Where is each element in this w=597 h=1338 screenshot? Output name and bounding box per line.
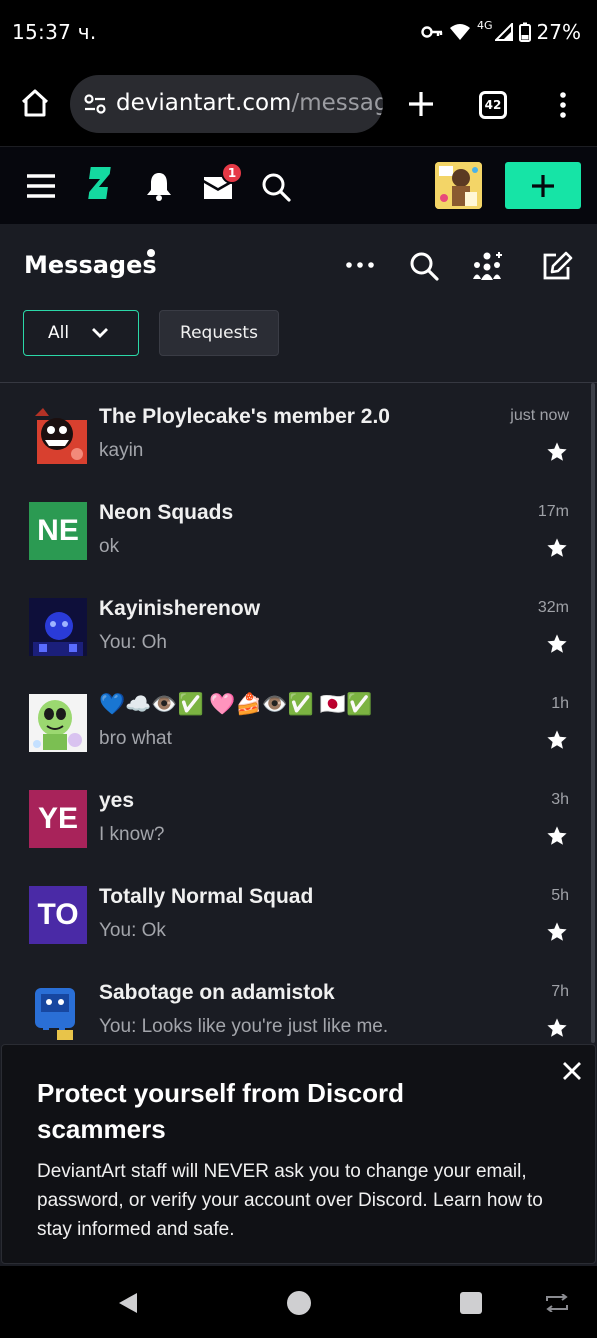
star-icon[interactable] (546, 825, 568, 847)
conversation-avatar (29, 598, 87, 656)
avatar-image (29, 694, 87, 752)
user-avatar[interactable] (435, 162, 482, 209)
search-icon[interactable] (261, 172, 291, 202)
conversation-item[interactable]: NE Neon Squads ok 17m (0, 479, 597, 575)
search-messages-icon[interactable] (409, 251, 439, 281)
status-time: 15:37 ч. (12, 20, 97, 44)
conversation-name: Sabotage on adamistok (99, 981, 335, 1004)
star-icon[interactable] (546, 921, 568, 943)
banner-body: DeviantArt staff will NEVER ask you to c… (37, 1161, 543, 1240)
compose-icon[interactable] (541, 251, 573, 281)
star-icon[interactable] (546, 633, 568, 655)
avatar-image (29, 598, 87, 656)
address-bar[interactable]: deviantart.com/message (70, 75, 383, 133)
page-title: Messages (24, 251, 157, 279)
close-icon[interactable] (561, 1060, 583, 1082)
conversation-time: 7h (551, 983, 569, 1000)
battery-percent: 27% (536, 20, 581, 44)
conversation-item[interactable]: Sabotage on adamistok You: Looks like yo… (0, 959, 597, 1055)
conversation-time: 5h (551, 887, 569, 904)
discord-scam-banner: Protect yourself from Discord scammers D… (1, 1044, 596, 1264)
conversation-name: The Ploylecake's member 2.0 (99, 405, 390, 428)
new-tab-icon[interactable] (406, 89, 436, 119)
conversation-name: 💙☁️👁️✅ 🩷🍰👁️✅ 🇯🇵✅ (99, 693, 373, 716)
tab-switcher-button[interactable]: 42 (479, 91, 507, 119)
conversation-avatar (29, 694, 87, 752)
site-header: 1 (0, 146, 597, 224)
home-circle-icon[interactable] (287, 1291, 311, 1315)
conversation-name: yes (99, 789, 135, 812)
conversation-avatar: YE (29, 790, 87, 848)
conversation-name: Kayinisherenow (99, 597, 261, 620)
menu-icon[interactable] (25, 172, 57, 200)
conversation-preview: I know? (99, 824, 165, 845)
network-type: 4G (477, 18, 493, 32)
conversation-item[interactable]: TO Totally Normal Squad You: Ok 5h (0, 863, 597, 959)
wifi-icon (450, 24, 471, 40)
system-nav-bar (0, 1266, 597, 1338)
conversation-preview: ok (99, 536, 120, 557)
recents-icon[interactable] (460, 1292, 482, 1314)
star-icon[interactable] (546, 729, 568, 751)
user-avatar-image (435, 162, 482, 209)
conversation-preview: bro what (99, 728, 172, 749)
url-text: deviantart.com/message (116, 90, 383, 116)
back-icon[interactable] (117, 1291, 139, 1315)
conversation-name: Totally Normal Squad (99, 885, 314, 908)
conversation-preview: kayin (99, 440, 144, 461)
browser-toolbar: deviantart.com/message 42 (0, 64, 597, 146)
rotate-icon[interactable] (544, 1294, 570, 1312)
url-path: /message (291, 90, 383, 116)
star-icon[interactable] (546, 1017, 568, 1039)
conversation-time: just now (510, 407, 569, 424)
avatar-image (29, 982, 87, 1040)
conversation-preview: You: Looks like you're just like me. (99, 1016, 389, 1037)
plus-icon (532, 174, 554, 197)
conversation-time: 32m (537, 599, 569, 616)
conversation-name: Neon Squads (99, 501, 234, 524)
url-domain: deviantart.com (116, 90, 292, 116)
conversation-item[interactable]: The Ploylecake's member 2.0 kayin just n… (0, 383, 597, 479)
create-button[interactable] (505, 162, 581, 209)
star-icon[interactable] (546, 537, 568, 559)
banner-title: Protect yourself from Discord scammers (37, 1078, 404, 1144)
status-indicators: 4G 27% (421, 18, 581, 44)
battery-icon (518, 22, 531, 42)
conversation-item[interactable]: YE yes I know? 3h (0, 767, 597, 863)
conversation-item[interactable]: Kayinisherenow You: Oh 32m (0, 575, 597, 671)
star-icon[interactable] (546, 441, 568, 463)
home-icon[interactable] (20, 88, 50, 118)
more-vert-icon[interactable] (553, 90, 573, 120)
conversation-item[interactable]: 💙☁️👁️✅ 🩷🍰👁️✅ 🇯🇵✅ bro what 1h (0, 671, 597, 767)
status-bar: 15:37 ч. 4G 27% (0, 0, 597, 64)
new-group-icon[interactable] (471, 251, 503, 281)
more-horiz-icon[interactable] (345, 254, 375, 276)
conversation-avatar: NE (29, 502, 87, 560)
filter-requests-button[interactable]: Requests (159, 310, 279, 356)
filter-all-dropdown[interactable]: All (23, 310, 139, 356)
inbox-badge: 1 (221, 162, 243, 184)
conversation-preview: You: Ok (99, 920, 166, 941)
filter-all-label: All (48, 323, 70, 343)
site-settings-icon[interactable] (84, 94, 106, 114)
conversation-time: 17m (537, 503, 569, 520)
signal-icon (494, 23, 513, 41)
unread-dot (147, 249, 155, 257)
conversation-preview: You: Oh (99, 632, 167, 653)
vpn-key-icon (421, 26, 443, 38)
chevron-down-icon (92, 328, 109, 338)
conversation-time: 3h (551, 791, 569, 808)
conversation-time: 1h (551, 695, 569, 712)
conversation-avatar (29, 406, 87, 464)
deviantart-logo-icon[interactable] (85, 165, 113, 205)
notifications-bell-icon[interactable] (145, 171, 173, 201)
conversation-avatar (29, 982, 87, 1040)
conversation-avatar: TO (29, 886, 87, 944)
avatar-image (29, 406, 87, 464)
